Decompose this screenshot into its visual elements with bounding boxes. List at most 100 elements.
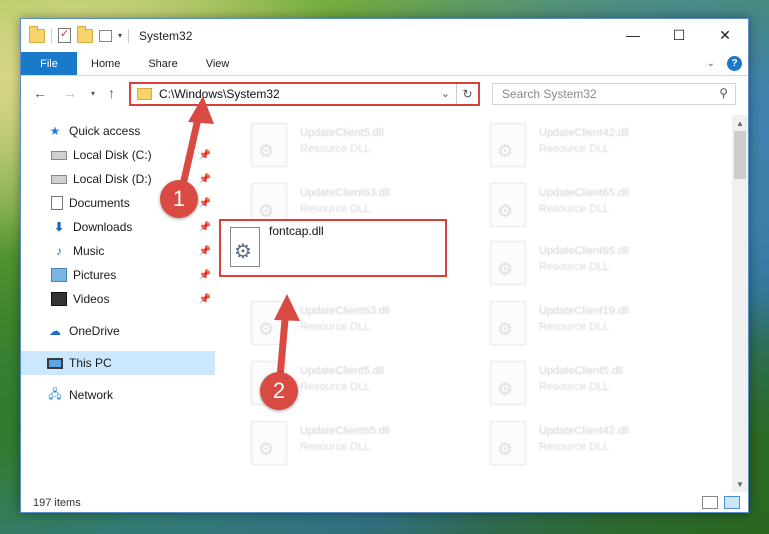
music-icon: ♪ <box>56 244 62 258</box>
scroll-down-icon[interactable]: ▼ <box>732 476 748 492</box>
maximize-button[interactable]: ☐ <box>656 19 702 51</box>
file-name: UpdateClient5.dll <box>300 127 384 139</box>
folder-icon[interactable] <box>29 25 45 43</box>
navigation-pane: ★ Quick access Local Disk (C:) 📌 Local D… <box>21 115 215 485</box>
sidebar-item-label: Pictures <box>73 268 117 282</box>
file-type: Resource DLL <box>300 203 371 215</box>
pin-icon[interactable]: 📌 <box>199 150 211 161</box>
file-type: Resource DLL <box>539 261 610 273</box>
vertical-scrollbar[interactable]: ▲ ▼ <box>732 115 748 492</box>
recent-locations-icon[interactable]: ▾ <box>91 89 95 98</box>
file-item[interactable]: ⚙ UpdateClient65.dll Resource DLL <box>241 415 471 469</box>
back-arrow-icon[interactable]: ← <box>33 85 47 101</box>
pin-icon[interactable]: 📌 <box>199 198 211 209</box>
large-icons-view-icon[interactable] <box>724 496 740 509</box>
help-icon[interactable]: ? <box>727 56 742 71</box>
pin-icon[interactable]: 📌 <box>199 270 211 281</box>
file-item[interactable]: ⚙ UpdateClient42.dll Resource DLL <box>480 415 710 469</box>
file-item[interactable]: ⚙ UpdateClient63.dll Resource DLL <box>241 295 471 349</box>
ribbon-right: ⌄ ? <box>707 52 748 75</box>
window-controls: — ☐ ✕ <box>610 19 748 51</box>
disk-icon <box>51 174 67 184</box>
minimize-button[interactable]: — <box>610 19 656 51</box>
gear-icon: ⚙ <box>258 439 275 459</box>
file-name: UpdateClient5.dll <box>539 365 623 377</box>
search-icon[interactable]: ⚲ <box>719 86 728 100</box>
file-type: Resource DLL <box>539 321 610 333</box>
new-folder-icon[interactable] <box>77 25 93 43</box>
file-item[interactable]: ⚙ UpdateClient19.dll Resource DLL <box>480 295 710 349</box>
sidebar-item-pictures[interactable]: Pictures 📌 <box>21 263 215 287</box>
file-item[interactable]: ⚙ UpdateClient65.dll Resource DLL <box>480 235 710 289</box>
step-2-badge: 2 <box>260 372 298 410</box>
sidebar-item-onedrive[interactable]: ☁ OneDrive <box>21 319 215 343</box>
gear-icon: ⚙ <box>497 141 514 161</box>
chevron-down-icon[interactable]: ▾ <box>118 31 122 40</box>
sidebar-item-label: Network <box>69 388 114 402</box>
fontcap-file-item[interactable]: ⚙ fontcap.dll <box>219 219 447 277</box>
search-input[interactable]: Search System32 ⚲ <box>492 83 736 105</box>
file-type: Resource DLL <box>539 441 610 453</box>
pin-icon[interactable]: 📌 <box>199 246 211 257</box>
file-type: Resource DLL <box>300 381 371 393</box>
tab-home[interactable]: Home <box>77 52 134 75</box>
customize-toolbar-icon[interactable] <box>99 29 112 42</box>
videos-icon <box>51 292 67 306</box>
address-path[interactable]: C:\Windows\System32 <box>159 87 280 101</box>
sidebar-item-label: Downloads <box>73 220 133 234</box>
sidebar-item-local-disk-c[interactable]: Local Disk (C:) 📌 <box>21 143 215 167</box>
sidebar-item-videos[interactable]: Videos 📌 <box>21 287 215 311</box>
gear-icon: ⚙ <box>497 201 514 221</box>
forward-arrow-icon[interactable]: → <box>63 85 77 101</box>
scroll-up-icon[interactable]: ▲ <box>732 115 748 131</box>
pin-icon[interactable]: 📌 <box>199 222 211 233</box>
file-type: Resource DLL <box>300 321 371 333</box>
ribbon-tabs: File Home Share View ⌄ ? <box>21 52 748 76</box>
sidebar-item-label: Quick access <box>69 124 141 138</box>
disk-icon <box>51 150 67 160</box>
sidebar-item-quick-access[interactable]: ★ Quick access <box>21 119 215 143</box>
folder-icon <box>137 88 152 100</box>
pin-icon[interactable]: 📌 <box>199 294 211 305</box>
sidebar-item-music[interactable]: ♪ Music 📌 <box>21 239 215 263</box>
up-arrow-icon[interactable]: ↑ <box>108 85 115 101</box>
file-type: Resource DLL <box>300 441 371 453</box>
tab-share[interactable]: Share <box>134 52 191 75</box>
gear-icon: ⚙ <box>258 141 275 161</box>
pc-icon <box>47 357 63 369</box>
item-count: 197 items <box>33 497 81 509</box>
address-bar[interactable]: C:\Windows\System32 ⌄ ↻ <box>129 82 480 106</box>
file-item[interactable]: ⚙ UpdateClient5.dll Resource DLL <box>241 117 471 171</box>
divider <box>128 28 130 43</box>
sidebar-item-downloads[interactable]: ⬇ Downloads 📌 <box>21 215 215 239</box>
chevron-down-icon[interactable]: ⌄ <box>441 87 450 100</box>
navigation-bar: ← → ▾ ↑ C:\Windows\System32 ⌄ ↻ Search S… <box>21 79 748 109</box>
sidebar-item-this-pc[interactable]: This PC <box>21 351 215 375</box>
sidebar-item-network[interactable]: 🖧 Network <box>21 383 215 407</box>
sidebar-item-label: Videos <box>73 292 110 306</box>
file-item[interactable]: ⚙ UpdateClient5.dll Resource DLL <box>480 355 710 409</box>
file-name: UpdateClient63.dll <box>300 305 390 317</box>
file-type: Resource DLL <box>539 143 610 155</box>
file-item[interactable]: ⚙ UpdateClient65.dll Resource DLL <box>480 177 710 231</box>
details-view-icon[interactable] <box>702 496 718 509</box>
close-button[interactable]: ✕ <box>702 19 748 51</box>
sidebar-item-label: Documents <box>69 196 130 210</box>
tab-file[interactable]: File <box>21 52 77 75</box>
document-icon <box>51 196 63 210</box>
file-name: UpdateClient5.dll <box>300 365 384 377</box>
search-placeholder: Search System32 <box>502 87 597 101</box>
file-item[interactable]: ⚙ UpdateClient42.dll Resource DLL <box>480 117 710 171</box>
pin-icon[interactable]: 📌 <box>199 174 211 185</box>
file-name: fontcap.dll <box>269 224 324 238</box>
sidebar-item-label: Local Disk (C:) <box>73 148 152 162</box>
tab-view[interactable]: View <box>192 52 244 75</box>
scroll-thumb[interactable] <box>734 131 746 179</box>
refresh-icon[interactable]: ↻ <box>456 84 478 104</box>
expand-ribbon-icon[interactable]: ⌄ <box>707 58 715 69</box>
file-type: Resource DLL <box>539 203 610 215</box>
properties-icon[interactable] <box>58 27 71 43</box>
file-list: ⚙ UpdateClient5.dll Resource DLL ⚙ Updat… <box>229 115 733 487</box>
step-1-badge: 1 <box>160 180 198 218</box>
sidebar-item-label: This PC <box>69 356 112 370</box>
